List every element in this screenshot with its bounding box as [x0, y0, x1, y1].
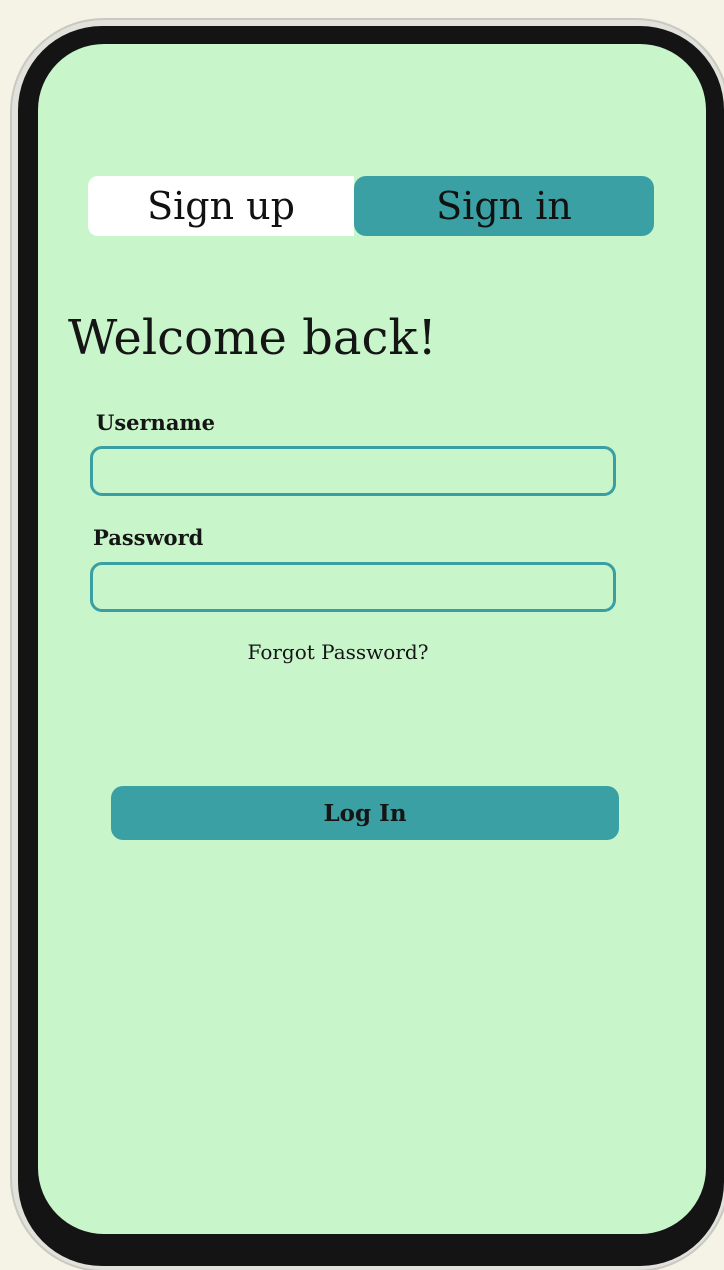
password-input[interactable]	[90, 562, 616, 612]
tab-sign-in[interactable]: Sign in	[354, 176, 654, 236]
auth-tabs: Sign up Sign in	[88, 176, 654, 236]
forgot-password-link[interactable]: Forgot Password?	[38, 640, 638, 664]
tab-sign-up[interactable]: Sign up	[88, 176, 354, 236]
password-label: Password	[93, 525, 204, 550]
page-title: Welcome back!	[68, 310, 437, 366]
username-label: Username	[96, 410, 216, 435]
phone-screen: Sign up Sign in Welcome back! Username P…	[38, 44, 706, 1234]
username-input[interactable]	[90, 446, 616, 496]
log-in-button[interactable]: Log In	[111, 786, 619, 840]
